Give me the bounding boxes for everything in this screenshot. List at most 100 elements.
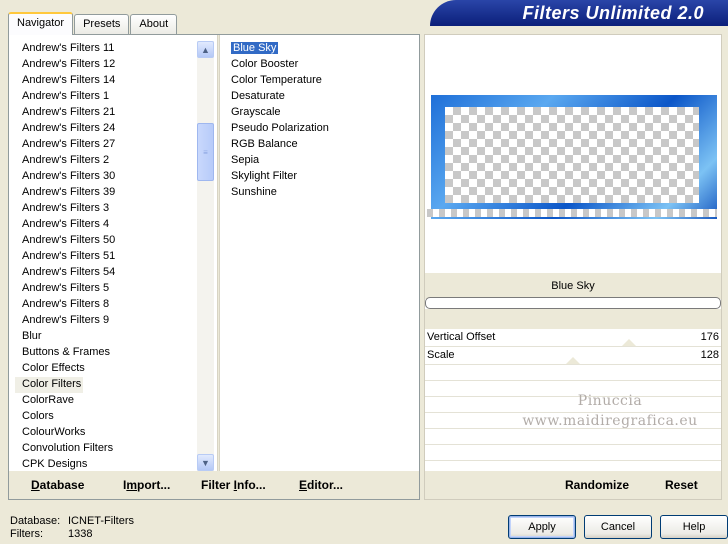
apply-button[interactable]: Apply xyxy=(508,515,576,539)
status-label: Filters: xyxy=(10,528,43,540)
category-item[interactable]: Andrew's Filters 50 xyxy=(15,233,201,249)
list-divider xyxy=(217,35,220,471)
watermark-line: www.maidiregrafica.eu xyxy=(522,413,698,429)
category-item[interactable]: Andrew's Filters 12 xyxy=(15,57,201,73)
watermark: Pinuccia www.maidiregrafica.eu xyxy=(505,391,715,431)
scroll-up-button[interactable]: ▲ xyxy=(197,41,214,58)
cancel-button[interactable]: Cancel xyxy=(584,515,652,539)
preview-image xyxy=(431,95,717,219)
status-label: Database: xyxy=(10,515,61,527)
category-item[interactable]: Andrew's Filters 4 xyxy=(15,217,201,233)
filter-item[interactable]: Blue Sky xyxy=(229,41,409,57)
navigator-panel: Andrew's Filters 11 Andrew's Filters 12 An… xyxy=(8,34,420,500)
app-title: Filters Unlimited 2.0 xyxy=(522,3,704,23)
category-item[interactable]: Andrew's Filters 54 xyxy=(15,265,201,281)
filter-item-label: Blue Sky xyxy=(231,42,279,54)
category-item[interactable]: Andrew's Filters 27 xyxy=(15,137,201,153)
category-item[interactable]: ColorRave xyxy=(15,393,201,409)
selected-filter-name: Blue Sky xyxy=(425,273,721,299)
category-item[interactable]: Blur xyxy=(15,329,201,345)
scroll-down-button[interactable]: ▼ xyxy=(197,454,214,471)
category-item[interactable]: Andrew's Filters 8 xyxy=(15,297,201,313)
tab-about[interactable]: About xyxy=(130,14,178,34)
category-item[interactable]: Andrew's Filters 3 xyxy=(15,201,201,217)
filter-item-label: Desaturate xyxy=(231,90,285,102)
filter-item-label: Pseudo Polarization xyxy=(231,122,329,134)
reset-button[interactable]: Reset xyxy=(665,478,698,492)
filter-item-label: RGB Balance xyxy=(231,138,298,150)
chevron-down-icon: ▼ xyxy=(201,457,210,468)
category-list[interactable]: Andrew's Filters 11 Andrew's Filters 12 An… xyxy=(15,41,201,473)
param-label: Scale xyxy=(427,349,455,361)
param-row-empty xyxy=(425,429,721,445)
title-banner: Filters Unlimited 2.0 xyxy=(430,0,728,26)
param-value: 176 xyxy=(700,331,719,343)
filter-item-label: Color Booster xyxy=(231,58,299,70)
status-database: ICNET-Filters xyxy=(68,515,134,527)
filter-item[interactable]: Desaturate xyxy=(229,89,409,105)
filter-item[interactable]: Skylight Filter xyxy=(229,169,409,185)
preview-toolbar: Randomize Reset xyxy=(425,471,721,499)
param-row-empty xyxy=(425,365,721,381)
filter-info-button[interactable]: Filter Info... xyxy=(201,478,266,492)
category-item[interactable]: ColourWorks xyxy=(15,425,201,441)
database-button[interactable]: Database xyxy=(31,478,84,492)
category-item[interactable]: Andrew's Filters 11 xyxy=(15,41,201,57)
category-item[interactable]: Buttons & Frames xyxy=(15,345,201,361)
filter-item-label: Color Temperature xyxy=(231,74,322,86)
filter-item[interactable]: Sepia xyxy=(229,153,409,169)
randomize-button[interactable]: Randomize xyxy=(565,478,629,492)
category-item[interactable]: Colors xyxy=(15,409,201,425)
editor-button[interactable]: Editor... xyxy=(299,478,343,492)
category-item[interactable]: Andrew's Filters 14 xyxy=(15,73,201,89)
category-item[interactable]: Andrew's Filters 2 xyxy=(15,153,201,169)
preview-edge xyxy=(427,209,717,217)
category-item[interactable]: Andrew's Filters 39 xyxy=(15,185,201,201)
status-filter-count: 1338 xyxy=(68,528,93,540)
filter-item[interactable]: Sunshine xyxy=(229,185,409,201)
param-vertical-offset[interactable]: Vertical Offset 176 xyxy=(425,329,721,347)
category-item[interactable]: Andrew's Filters 5 xyxy=(15,281,201,297)
chevron-up-icon: ▲ xyxy=(201,44,210,55)
param-row-empty xyxy=(425,445,721,461)
filter-item[interactable]: Grayscale xyxy=(229,105,409,121)
slider-marker[interactable] xyxy=(622,339,636,346)
filter-item-label: Grayscale xyxy=(231,106,281,118)
param-scale[interactable]: Scale 128 xyxy=(425,347,721,365)
scroll-thumb[interactable]: ≡ xyxy=(197,123,214,181)
param-value: 128 xyxy=(700,349,719,361)
preview-panel: Blue Sky Vertical Offset 176 Scale 128 P… xyxy=(424,34,722,500)
import-button[interactable]: Import... xyxy=(123,478,170,492)
param-label: Vertical Offset xyxy=(427,331,496,343)
category-item[interactable]: Andrew's Filters 51 xyxy=(15,249,201,265)
filter-item-label: Skylight Filter xyxy=(231,170,298,182)
category-item[interactable]: Andrew's Filters 1 xyxy=(15,89,201,105)
filter-item[interactable]: RGB Balance xyxy=(229,137,409,153)
filter-item[interactable]: Color Temperature xyxy=(229,73,409,89)
category-scrollbar[interactable]: ▲ ≡ ▼ xyxy=(197,41,214,471)
category-item[interactable]: Color Effects xyxy=(15,361,201,377)
filter-item-label: Sepia xyxy=(231,154,260,166)
slider-marker[interactable] xyxy=(566,357,580,364)
filter-item[interactable]: Pseudo Polarization xyxy=(229,121,409,137)
category-item[interactable]: Color Filters xyxy=(15,377,83,393)
help-button[interactable]: Help xyxy=(660,515,728,539)
status-area: Database: ICNET-Filters Filters: 1338 xyxy=(10,515,134,541)
filter-item-label: Sunshine xyxy=(231,186,277,198)
category-item[interactable]: Andrew's Filters 30 xyxy=(15,169,201,185)
navigator-toolbar: Database Import... Filter Info... Editor… xyxy=(9,471,419,499)
filter-item[interactable]: Color Booster xyxy=(229,57,409,73)
category-item[interactable]: Convolution Filters xyxy=(15,441,201,457)
tab-navigator[interactable]: Navigator xyxy=(8,12,74,35)
category-item[interactable]: Andrew's Filters 21 xyxy=(15,105,201,121)
transparent-area xyxy=(445,107,699,203)
params-header xyxy=(425,309,721,329)
watermark-line: Pinuccia xyxy=(577,393,643,409)
category-item[interactable]: Andrew's Filters 24 xyxy=(15,121,201,137)
tab-bar: Navigator Presets About xyxy=(8,12,178,35)
category-item[interactable]: Andrew's Filters 9 xyxy=(15,313,201,329)
grip-icon: ≡ xyxy=(203,147,208,157)
tab-presets[interactable]: Presets xyxy=(74,14,130,34)
progress-bar xyxy=(425,297,721,309)
filter-list[interactable]: Blue Sky Color Booster Color Temperature De… xyxy=(229,41,409,201)
